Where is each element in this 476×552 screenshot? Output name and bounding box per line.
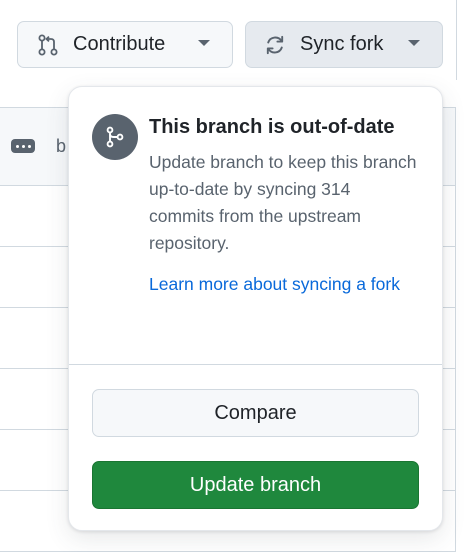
chevron-down-icon: [408, 40, 420, 46]
sync-fork-popover: This branch is out-of-date Update branch…: [68, 86, 443, 531]
chevron-down-icon: [198, 40, 210, 46]
sync-icon: [264, 34, 286, 56]
popover-description: Update branch to keep this branch up-to-…: [149, 152, 417, 253]
file-list-header-text: b: [56, 136, 67, 156]
compare-button[interactable]: Compare: [92, 389, 419, 437]
popover-title: This branch is out-of-date: [149, 116, 395, 138]
kebab-horizontal-icon[interactable]: [11, 139, 35, 153]
popover-divider: [69, 364, 442, 365]
sync-fork-button[interactable]: Sync fork: [245, 21, 443, 68]
contribute-label: Contribute: [73, 33, 166, 55]
update-branch-button[interactable]: Update branch: [92, 461, 419, 509]
repo-toolbar: Contribute Sync fork: [0, 0, 457, 80]
git-branch-icon: [92, 114, 138, 160]
pull-request-icon: [37, 34, 59, 56]
contribute-button[interactable]: Contribute: [17, 21, 233, 68]
learn-more-link[interactable]: Learn more about syncing a fork: [149, 271, 409, 298]
sync-fork-label: Sync fork: [300, 33, 384, 55]
